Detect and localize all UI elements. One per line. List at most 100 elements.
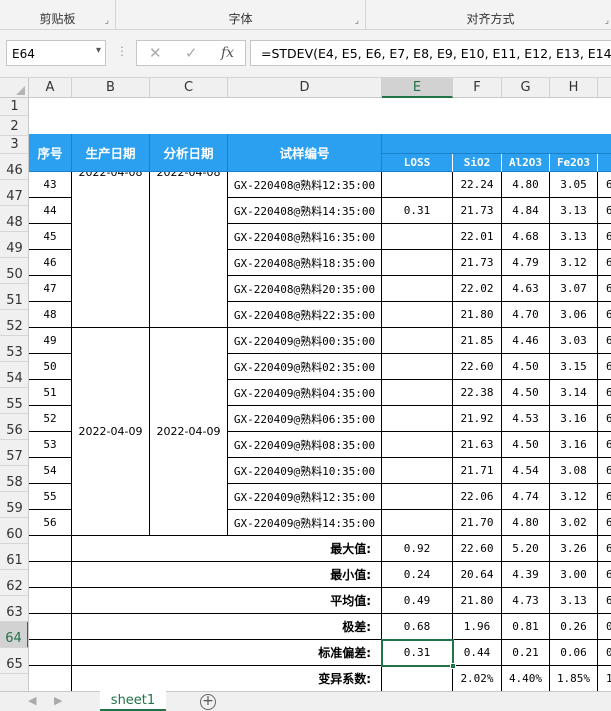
cell-seq[interactable]: 50 [29, 354, 72, 380]
cell-al2o3[interactable]: 4.68 [502, 224, 550, 250]
cell-fe2o3[interactable]: 3.13 [550, 198, 598, 224]
row-header-55[interactable]: 55 [0, 388, 28, 414]
stat-label[interactable]: 标准偏差: [72, 640, 382, 666]
stat-fe2o3[interactable]: 1.85% [550, 666, 598, 691]
cell-i[interactable]: 6 [598, 406, 611, 432]
cell-i[interactable]: 6 [598, 302, 611, 328]
prev-sheet-icon[interactable]: ◀ [28, 694, 36, 707]
header-seq[interactable]: 序号 [29, 134, 72, 172]
column-header-d[interactable]: D [228, 78, 382, 98]
cell-loss[interactable] [382, 510, 453, 536]
analysis-date-cell[interactable]: 2022-04-08 [150, 172, 228, 328]
stat-sio2[interactable]: 20.64 [453, 562, 502, 588]
cancel-icon[interactable]: ✕ [149, 44, 162, 62]
cell-al2o3[interactable]: 4.74 [502, 484, 550, 510]
row-header-50[interactable]: 50 [0, 258, 28, 284]
cell-sio2[interactable]: 22.60 [453, 354, 502, 380]
cell-fe2o3[interactable]: 3.14 [550, 380, 598, 406]
header-loss[interactable]: LOSS [382, 154, 453, 172]
cell-blank[interactable] [29, 640, 72, 666]
cell-loss[interactable] [382, 250, 453, 276]
cell-fe2o3[interactable]: 3.13 [550, 224, 598, 250]
cell-fe2o3[interactable]: 3.12 [550, 484, 598, 510]
cell-sio2[interactable]: 21.73 [453, 250, 502, 276]
cell-fe2o3[interactable]: 3.03 [550, 328, 598, 354]
stat-next[interactable]: 6 [598, 562, 611, 588]
stat-al2o3[interactable]: 0.81 [502, 614, 550, 640]
cell-id[interactable]: GX-220408@熟料16:35:00 [228, 224, 382, 250]
row-header-48[interactable]: 48 [0, 206, 28, 232]
header-sample-id[interactable]: 试样编号 [228, 134, 382, 172]
cell-i[interactable]: 6 [598, 276, 611, 302]
stat-label[interactable]: 极差: [72, 614, 382, 640]
row-header-52[interactable]: 52 [0, 310, 28, 336]
cell-loss[interactable] [382, 380, 453, 406]
cell-sio2[interactable]: 21.63 [453, 432, 502, 458]
cell-id[interactable]: GX-220409@熟料10:35:00 [228, 458, 382, 484]
row-header-60[interactable]: 60 [0, 518, 28, 544]
cell-seq[interactable]: 45 [29, 224, 72, 250]
cell-fe2o3[interactable]: 3.15 [550, 354, 598, 380]
cell-fe2o3[interactable]: 3.02 [550, 510, 598, 536]
add-sheet-icon[interactable]: + [200, 694, 216, 710]
stat-fe2o3[interactable]: 0.26 [550, 614, 598, 640]
next-sheet-icon[interactable]: ▶ [54, 694, 62, 707]
stat-next[interactable]: 6 [598, 588, 611, 614]
row-header-54[interactable]: 54 [0, 362, 28, 388]
production-date-cell[interactable]: 2022-04-08 [72, 172, 150, 328]
cell-fe2o3[interactable]: 3.05 [550, 172, 598, 198]
cell-al2o3[interactable]: 4.63 [502, 276, 550, 302]
row-header-51[interactable]: 51 [0, 284, 28, 310]
cell-seq[interactable]: 49 [29, 328, 72, 354]
stat-loss[interactable] [382, 666, 453, 691]
cell-id[interactable]: GX-220409@熟料00:35:00 [228, 328, 382, 354]
cell-loss[interactable] [382, 432, 453, 458]
row-header-65[interactable]: 65 [0, 648, 28, 674]
cell-i[interactable]: 6 [598, 354, 611, 380]
stat-al2o3[interactable]: 5.20 [502, 536, 550, 562]
cell-seq[interactable]: 48 [29, 302, 72, 328]
stat-label[interactable]: 最大值: [72, 536, 382, 562]
stat-loss[interactable]: 0.49 [382, 588, 453, 614]
stat-al2o3[interactable]: 4.39 [502, 562, 550, 588]
cell-al2o3[interactable]: 4.50 [502, 432, 550, 458]
cell-al2o3[interactable]: 4.54 [502, 458, 550, 484]
cell-sio2[interactable]: 22.24 [453, 172, 502, 198]
column-header-h[interactable]: H [550, 78, 598, 98]
ribbon-group-alignment[interactable]: 对齐方式 ⌟ [366, 0, 611, 30]
stat-al2o3[interactable]: 4.73 [502, 588, 550, 614]
cell-loss[interactable] [382, 406, 453, 432]
column-header-c[interactable]: C [150, 78, 228, 98]
header-production-date[interactable]: 生产日期 [72, 134, 150, 172]
cell-i[interactable]: 6 [598, 484, 611, 510]
cell-i[interactable]: 6 [598, 510, 611, 536]
cell-i[interactable]: 6 [598, 198, 611, 224]
cell-i[interactable]: 6 [598, 224, 611, 250]
cell-fe2o3[interactable]: 3.07 [550, 276, 598, 302]
cell-id[interactable]: GX-220409@熟料04:35:00 [228, 380, 382, 406]
cell-fe2o3[interactable]: 3.08 [550, 458, 598, 484]
stat-loss[interactable]: 0.92 [382, 536, 453, 562]
stat-al2o3[interactable]: 0.21 [502, 640, 550, 666]
row-header-53[interactable]: 53 [0, 336, 28, 362]
cell-loss[interactable] [382, 354, 453, 380]
cell-sio2[interactable]: 22.06 [453, 484, 502, 510]
cell-sio2[interactable]: 22.01 [453, 224, 502, 250]
cell-seq[interactable]: 46 [29, 250, 72, 276]
stat-label[interactable]: 最小值: [72, 562, 382, 588]
stat-fe2o3[interactable]: 0.06 [550, 640, 598, 666]
cell-i[interactable]: 6 [598, 250, 611, 276]
cell-sio2[interactable]: 21.70 [453, 510, 502, 536]
cell-sio2[interactable]: 22.02 [453, 276, 502, 302]
column-header-b[interactable]: B [72, 78, 150, 98]
header-al2o3[interactable]: Al2O3 [502, 154, 550, 172]
dialog-launcher-icon[interactable]: ⌟ [355, 16, 359, 26]
cell-seq[interactable]: 51 [29, 380, 72, 406]
stat-al2o3[interactable]: 4.40% [502, 666, 550, 691]
row-header-63[interactable]: 63 [0, 596, 28, 622]
cell-seq[interactable]: 56 [29, 510, 72, 536]
cell-al2o3[interactable]: 4.80 [502, 510, 550, 536]
stat-next[interactable]: 1 [598, 666, 611, 691]
cell-loss[interactable] [382, 458, 453, 484]
cell-loss[interactable]: 0.31 [382, 198, 453, 224]
